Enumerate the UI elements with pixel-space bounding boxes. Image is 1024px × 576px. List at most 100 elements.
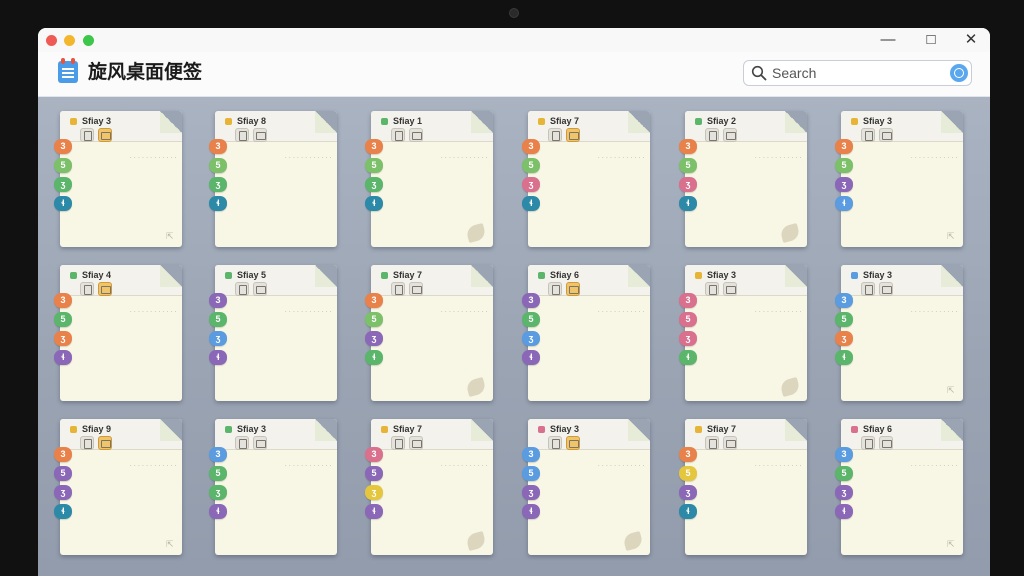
note-tab[interactable]: ɬ xyxy=(54,196,72,211)
note-tab[interactable]: ʒ xyxy=(209,331,227,346)
note-tab[interactable]: 3 xyxy=(522,447,540,462)
sticky-note[interactable]: Sfiay 7 · · · · · · · · · · · · 3 5 ʒ ɬ xyxy=(679,419,807,555)
note-tab[interactable]: 3 xyxy=(54,447,72,462)
note-tab[interactable]: 5 xyxy=(54,312,72,327)
note-tab[interactable]: 5 xyxy=(835,158,853,173)
sticky-note[interactable]: Sfiay 3 · · · · · · · · · · · · ⇱ 3 5 ʒ ɬ xyxy=(54,111,182,247)
note-tab[interactable]: 3 xyxy=(679,293,697,308)
note-tab[interactable]: 3 xyxy=(679,139,697,154)
note-tab[interactable]: 5 xyxy=(209,312,227,327)
note-tab[interactable]: ʒ xyxy=(522,485,540,500)
note-tab[interactable]: 5 xyxy=(365,466,383,481)
sticky-note[interactable]: Sfiay 7 · · · · · · · · · · · · 3 5 ʒ ɬ xyxy=(522,111,650,247)
note-image-icon[interactable] xyxy=(409,436,423,450)
note-tab[interactable]: ɬ xyxy=(365,196,383,211)
sticky-note[interactable]: Sfiay 3 · · · · · · · · · · · · 3 5 ʒ ɬ xyxy=(679,265,807,401)
note-tab[interactable]: 5 xyxy=(835,466,853,481)
note-tab[interactable]: ɬ xyxy=(679,504,697,519)
note-edit-icon[interactable] xyxy=(391,436,405,450)
note-tab[interactable]: 5 xyxy=(835,312,853,327)
sticky-note[interactable]: Sfiay 1 · · · · · · · · · · · · 3 5 ʒ ɬ xyxy=(365,111,493,247)
note-tab[interactable]: 3 xyxy=(209,139,227,154)
note-edit-icon[interactable] xyxy=(705,282,719,296)
note-image-icon[interactable] xyxy=(253,436,267,450)
maximize-button[interactable]: □ xyxy=(921,31,941,49)
note-tab[interactable]: ʒ xyxy=(679,485,697,500)
sticky-note[interactable]: Sfiay 4 · · · · · · · · · · · · 3 5 ʒ ɬ xyxy=(54,265,182,401)
note-tab[interactable]: 3 xyxy=(835,447,853,462)
note-edit-icon[interactable] xyxy=(861,282,875,296)
note-tab[interactable]: 3 xyxy=(679,447,697,462)
note-tab[interactable]: ɬ xyxy=(365,350,383,365)
resize-icon[interactable]: ⇱ xyxy=(947,539,957,549)
sticky-note[interactable]: Sfiay 9 · · · · · · · · · · · · ⇱ 3 5 ʒ ɬ xyxy=(54,419,182,555)
note-tab[interactable]: ɬ xyxy=(835,350,853,365)
sticky-note[interactable]: Sfiay 3 · · · · · · · · · · · · ⇱ 3 5 ʒ ɬ xyxy=(835,265,963,401)
note-tab[interactable]: 5 xyxy=(54,466,72,481)
note-image-icon[interactable] xyxy=(566,282,580,296)
note-tab[interactable]: ʒ xyxy=(835,485,853,500)
note-tab[interactable]: ʒ xyxy=(209,485,227,500)
note-edit-icon[interactable] xyxy=(391,282,405,296)
note-edit-icon[interactable] xyxy=(80,436,94,450)
note-image-icon[interactable] xyxy=(409,282,423,296)
note-tab[interactable]: 3 xyxy=(522,293,540,308)
note-edit-icon[interactable] xyxy=(80,282,94,296)
note-tab[interactable]: ɬ xyxy=(835,504,853,519)
note-tab[interactable]: ʒ xyxy=(54,177,72,192)
note-tab[interactable]: ʒ xyxy=(679,331,697,346)
note-tab[interactable]: 5 xyxy=(209,466,227,481)
note-image-icon[interactable] xyxy=(98,128,112,142)
note-tab[interactable]: 3 xyxy=(365,447,383,462)
note-tab[interactable]: ɬ xyxy=(365,504,383,519)
note-tab[interactable]: 5 xyxy=(365,158,383,173)
note-tab[interactable]: ɬ xyxy=(209,196,227,211)
note-image-icon[interactable] xyxy=(98,282,112,296)
note-edit-icon[interactable] xyxy=(391,128,405,142)
note-tab[interactable]: 5 xyxy=(679,466,697,481)
note-tab[interactable]: 3 xyxy=(365,139,383,154)
note-tab[interactable]: 3 xyxy=(365,293,383,308)
note-tab[interactable]: ʒ xyxy=(365,331,383,346)
sticky-note[interactable]: Sfiay 5 · · · · · · · · · · · · 3 5 ʒ ɬ xyxy=(209,265,337,401)
sticky-note[interactable]: Sfiay 3 · · · · · · · · · · · · ⇱ 3 5 ʒ ɬ xyxy=(835,111,963,247)
note-tab[interactable]: ɬ xyxy=(54,504,72,519)
note-tab[interactable]: ɬ xyxy=(522,196,540,211)
note-image-icon[interactable] xyxy=(879,282,893,296)
note-image-icon[interactable] xyxy=(566,128,580,142)
note-tab[interactable]: ʒ xyxy=(365,485,383,500)
note-tab[interactable]: 3 xyxy=(835,293,853,308)
note-edit-icon[interactable] xyxy=(861,436,875,450)
sticky-note[interactable]: Sfiay 7 · · · · · · · · · · · · 3 5 ʒ ɬ xyxy=(365,265,493,401)
search-input[interactable] xyxy=(772,63,942,83)
note-tab[interactable]: 3 xyxy=(835,139,853,154)
resize-icon[interactable]: ⇱ xyxy=(947,231,957,241)
note-edit-icon[interactable] xyxy=(235,282,249,296)
note-tab[interactable]: ʒ xyxy=(679,177,697,192)
note-image-icon[interactable] xyxy=(253,128,267,142)
note-tab[interactable]: ɬ xyxy=(54,350,72,365)
note-tab[interactable]: 5 xyxy=(365,312,383,327)
note-tab[interactable]: ʒ xyxy=(835,177,853,192)
note-edit-icon[interactable] xyxy=(548,128,562,142)
note-tab[interactable]: 5 xyxy=(54,158,72,173)
sticky-note[interactable]: Sfiay 3 · · · · · · · · · · · · 3 5 ʒ ɬ xyxy=(209,419,337,555)
title-bar[interactable]: — □ ✕ xyxy=(38,28,990,52)
note-edit-icon[interactable] xyxy=(861,128,875,142)
sticky-note[interactable]: Sfiay 3 · · · · · · · · · · · · 3 5 ʒ ɬ xyxy=(522,419,650,555)
sticky-note[interactable]: Sfiay 8 · · · · · · · · · · · · 3 5 ʒ ɬ xyxy=(209,111,337,247)
note-image-icon[interactable] xyxy=(566,436,580,450)
sticky-note[interactable]: Sfiay 6 · · · · · · · · · · · · 3 5 ʒ ɬ xyxy=(522,265,650,401)
note-tab[interactable]: 5 xyxy=(522,312,540,327)
resize-icon[interactable]: ⇱ xyxy=(947,385,957,395)
note-edit-icon[interactable] xyxy=(235,436,249,450)
resize-icon[interactable]: ⇱ xyxy=(166,539,176,549)
note-tab[interactable]: ʒ xyxy=(522,331,540,346)
note-tab[interactable]: 3 xyxy=(209,447,227,462)
note-tab[interactable]: 5 xyxy=(522,158,540,173)
note-tab[interactable]: ɬ xyxy=(835,196,853,211)
note-edit-icon[interactable] xyxy=(235,128,249,142)
note-tab[interactable]: 3 xyxy=(54,293,72,308)
note-tab[interactable]: ɬ xyxy=(209,350,227,365)
note-tab[interactable]: ɬ xyxy=(209,504,227,519)
